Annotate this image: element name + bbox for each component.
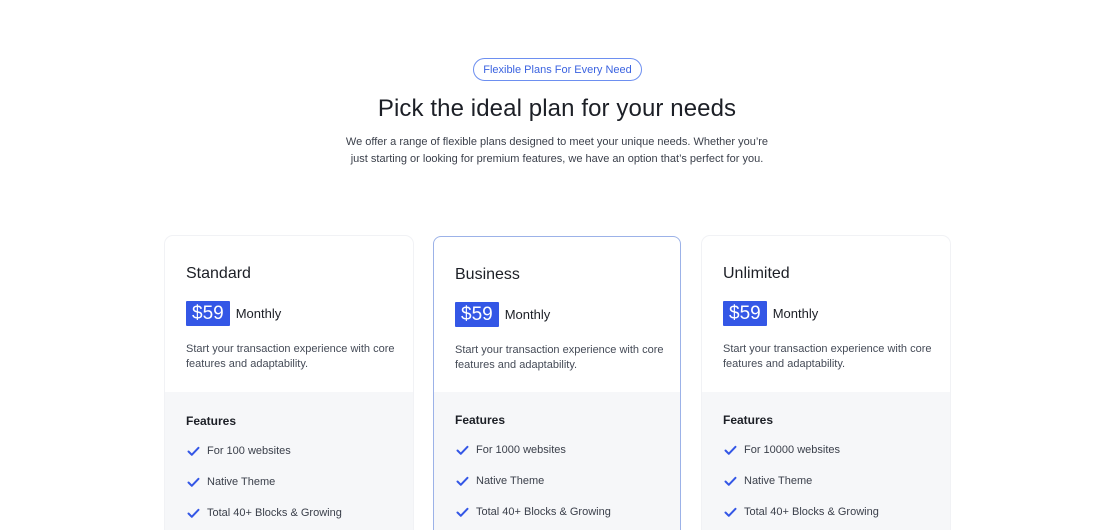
feature-label: For 10000 websites [744, 444, 840, 456]
billing-period: Monthly [235, 306, 282, 321]
feature-label: For 100 websites [207, 445, 291, 457]
price-row: $59 Monthly [723, 301, 818, 326]
feature-label: For 1000 websites [476, 444, 566, 456]
feature-item: For 100 websites [186, 443, 392, 459]
feature-label: Total 40+ Blocks & Growing [744, 506, 879, 518]
check-icon [186, 506, 200, 520]
price-row: $59 Monthly [186, 301, 281, 326]
plan-description: Start your transaction experience with c… [186, 343, 395, 370]
price-tag: $59 [455, 302, 499, 327]
feature-label: Total 40+ Blocks & Growing [207, 507, 342, 519]
price-tag: $59 [723, 301, 767, 326]
check-icon [455, 505, 469, 519]
check-icon [723, 505, 737, 519]
features-section: Features For 100 websites Native Theme T… [165, 392, 413, 530]
feature-item: Total 40+ Blocks & Growing [455, 504, 659, 520]
features-heading: Features [186, 414, 237, 428]
feature-label: Native Theme [744, 475, 813, 487]
features-heading: Features [455, 413, 506, 427]
check-icon [186, 475, 200, 489]
check-icon [723, 474, 737, 488]
feature-item: Total 40+ Blocks & Growing [723, 504, 929, 520]
feature-item: Total 40+ Blocks & Growing [186, 505, 392, 521]
plan-name: Unlimited [723, 265, 790, 282]
price-tag: $59 [186, 301, 230, 326]
check-icon [186, 444, 200, 458]
check-icon [723, 443, 737, 457]
plan-name: Standard [186, 265, 251, 282]
check-icon [455, 443, 469, 457]
feature-item: For 1000 websites [455, 442, 659, 458]
section-badge: Flexible Plans For Every Need [473, 58, 642, 81]
plan-card-header: Standard $59 Monthly Start your transact… [165, 236, 413, 392]
feature-item: Native Theme [455, 473, 659, 489]
page-title: Pick the ideal plan for your needs [377, 95, 737, 122]
plan-card-business[interactable]: Business $59 Monthly Start your transact… [433, 236, 681, 530]
page-subtitle: We offer a range of flexible plans desig… [345, 136, 769, 165]
plan-card-unlimited[interactable]: Unlimited $59 Monthly Start your transac… [702, 236, 950, 530]
feature-label: Native Theme [207, 476, 276, 488]
plan-name: Business [455, 266, 520, 283]
check-icon [455, 474, 469, 488]
features-section: Features For 10000 websites Native Theme… [702, 392, 950, 530]
feature-item: Native Theme [186, 474, 392, 490]
feature-label: Total 40+ Blocks & Growing [476, 506, 611, 518]
price-row: $59 Monthly [455, 302, 550, 327]
plan-description: Start your transaction experience with c… [455, 344, 664, 371]
feature-item: For 10000 websites [723, 442, 929, 458]
plan-card-header: Business $59 Monthly Start your transact… [434, 237, 680, 393]
plan-card-header: Unlimited $59 Monthly Start your transac… [702, 236, 950, 392]
billing-period: Monthly [772, 306, 819, 321]
feature-label: Native Theme [476, 475, 545, 487]
feature-item: Native Theme [723, 473, 929, 489]
features-section: Features For 1000 websites Native Theme … [434, 392, 680, 530]
plan-card-standard[interactable]: Standard $59 Monthly Start your transact… [165, 236, 413, 530]
plan-description: Start your transaction experience with c… [723, 343, 932, 370]
billing-period: Monthly [504, 307, 551, 322]
pricing-page: Flexible Plans For Every Need Pick the i… [0, 0, 1100, 530]
features-heading: Features [723, 413, 774, 427]
